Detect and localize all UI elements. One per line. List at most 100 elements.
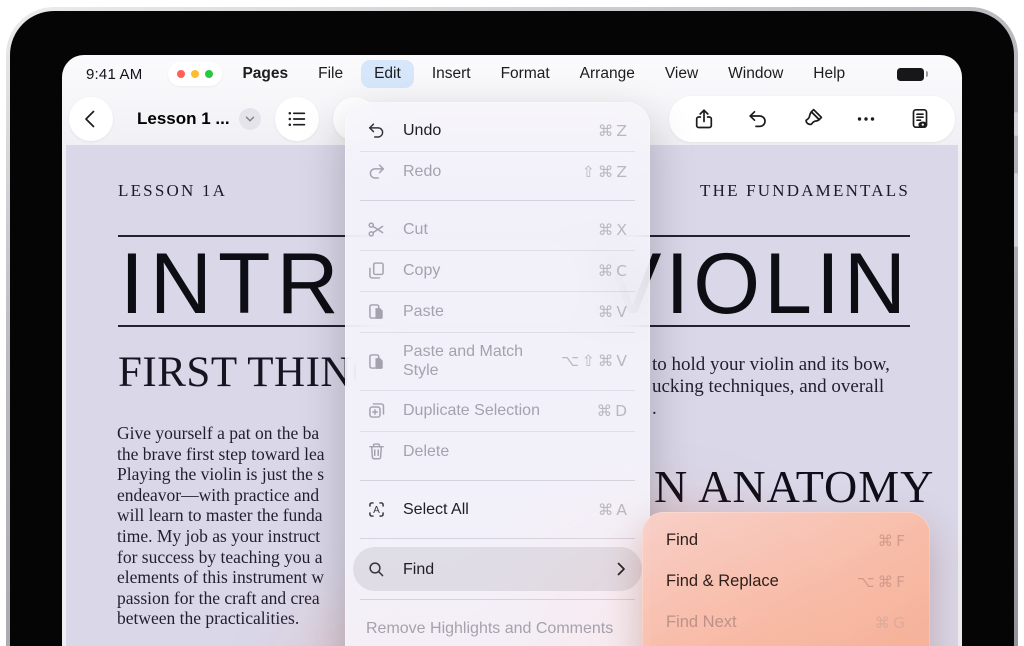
ipad-device-frame: LESSON 1A THE FUNDAMENTALS INTR VIOLIN F…	[6, 7, 1018, 646]
menu-item-redo[interactable]: Redo ⇧⌘Z	[345, 151, 650, 192]
menu-item-label: Copy	[403, 261, 440, 280]
more-button[interactable]	[839, 97, 893, 141]
doc-eyebrow-right: THE FUNDAMENTALS	[700, 181, 910, 201]
edit-menu-popover: Undo ⌘Z Redo ⇧⌘Z Cut ⌘X	[345, 102, 650, 646]
paste-match-style-icon	[366, 351, 391, 372]
doc-body-line: time. My job as your instruct	[117, 526, 383, 547]
menu-item-find[interactable]: Find	[353, 547, 642, 591]
menu-item-shortcut: ⌘Z	[598, 122, 630, 140]
redo-icon	[366, 161, 391, 182]
menu-group-separator	[345, 530, 650, 547]
menu-item-shortcut: ⌥⌘F	[857, 573, 908, 591]
volume-button	[1014, 112, 1018, 136]
menu-item-shortcut: ⌘F	[878, 532, 908, 550]
title-menu-button[interactable]	[239, 108, 261, 130]
find-submenu-popover: Find ⌘F Find & Replace ⌥⌘F Find Next ⌘G	[642, 512, 930, 646]
menu-item-shortcut: ⌘X	[598, 221, 630, 239]
paintbrush-icon	[800, 107, 824, 131]
share-button[interactable]	[677, 97, 731, 141]
submenu-item-find-and-replace[interactable]: Find & Replace ⌥⌘F	[642, 561, 930, 602]
menu-item-label: Select All	[403, 500, 469, 519]
menubar-item-pages[interactable]: Pages	[242, 65, 288, 83]
more-ellipsis-icon	[854, 107, 878, 131]
menu-item-cut[interactable]: Cut ⌘X	[345, 209, 650, 250]
doc-body-line: Playing the violin is just the s	[117, 464, 383, 485]
reader-view-button[interactable]	[893, 97, 947, 141]
menubar-item-view[interactable]: View	[665, 65, 698, 83]
copy-icon	[366, 260, 391, 281]
menu-item-select-all[interactable]: A Select All ⌘A	[345, 489, 650, 530]
list-icon	[285, 107, 309, 131]
menu-item-label: Paste	[403, 302, 444, 321]
menubar-item-insert[interactable]: Insert	[432, 65, 471, 83]
menu-item-label: Find Next	[666, 613, 737, 632]
undo-icon	[746, 107, 770, 131]
menu-item-shortcut: ⌥⇧⌘V	[561, 352, 630, 370]
doc-title-fragment-left: INTR	[120, 241, 345, 327]
ipad-bezel: LESSON 1A THE FUNDAMENTALS INTR VIOLIN F…	[10, 11, 1014, 646]
doc-body-line: for success by teaching you a	[117, 547, 383, 568]
menubar-item-file[interactable]: File	[318, 65, 343, 83]
menubar-item-arrange[interactable]: Arrange	[580, 65, 635, 83]
reader-view-icon	[908, 107, 932, 131]
menu-item-undo[interactable]: Undo ⌘Z	[345, 110, 650, 151]
menu-item-shortcut: ⇧⌘Z	[582, 163, 630, 181]
menu-item-label: Cut	[403, 220, 428, 239]
menubar-item-edit[interactable]: Edit	[361, 60, 414, 88]
menubar-item-window[interactable]: Window	[728, 65, 783, 83]
doc-body-line: .	[652, 398, 952, 420]
back-chevron-icon	[79, 107, 103, 131]
menu-group-separator	[345, 591, 650, 608]
menu-group-separator	[345, 472, 650, 489]
menu-item-remove-highlights-and-comments[interactable]: Remove Highlights and Comments	[345, 608, 650, 646]
doc-subtitle-fragment: FIRST THING	[118, 348, 356, 397]
submenu-chevron-right-icon	[613, 561, 629, 577]
menu-item-label: Find & Replace	[666, 572, 779, 591]
menubar-item-help[interactable]: Help	[813, 65, 845, 83]
menu-item-label: Find	[403, 560, 434, 579]
battery-icon	[897, 68, 924, 81]
share-icon	[692, 107, 716, 131]
doc-body-line: Give yourself a pat on the ba	[117, 423, 383, 444]
menu-item-shortcut: ⌘V	[598, 303, 630, 321]
trash-icon	[366, 441, 391, 462]
submenu-item-find[interactable]: Find ⌘F	[642, 520, 930, 561]
select-all-icon: A	[366, 499, 391, 520]
close-dot[interactable]	[177, 70, 185, 78]
document-title[interactable]: Lesson 1 ...	[137, 109, 230, 129]
submenu-item-find-next[interactable]: Find Next ⌘G	[642, 602, 930, 643]
menu-item-delete[interactable]: Delete	[345, 431, 650, 472]
paste-icon	[366, 301, 391, 322]
table-of-contents-button[interactable]	[275, 97, 319, 141]
back-button[interactable]	[69, 97, 113, 141]
magnifier-icon	[366, 559, 391, 580]
undo-button[interactable]	[731, 97, 785, 141]
scissors-icon	[366, 219, 391, 240]
menu-item-shortcut: ⌘A	[598, 501, 630, 519]
volume-button	[1014, 173, 1018, 247]
menu-item-copy[interactable]: Copy ⌘C	[345, 250, 650, 291]
chevron-down-icon	[243, 112, 257, 126]
menu-item-label: Remove Highlights and Comments	[366, 619, 613, 638]
undo-icon	[366, 120, 391, 141]
doc-right-column: to hold your violin and its bow, ucking …	[652, 354, 952, 420]
menubar-item-format[interactable]: Format	[501, 65, 550, 83]
menu-item-paste-and-match-style[interactable]: Paste and Match Style ⌥⇧⌘V	[345, 332, 650, 390]
clock: 9:41 AM	[86, 66, 142, 83]
menu-item-label: Undo	[403, 121, 441, 140]
zoom-dot[interactable]	[205, 70, 213, 78]
menu-bar: 9:41 AM Pages File Edit Insert Format Ar…	[62, 55, 962, 93]
doc-body-line: the brave first step toward lea	[117, 444, 383, 465]
svg-text:A: A	[373, 505, 380, 516]
format-brush-button[interactable]	[785, 97, 839, 141]
menu-item-duplicate-selection[interactable]: Duplicate Selection ⌘D	[345, 390, 650, 431]
duplicate-icon	[366, 400, 391, 421]
menu-item-label: Paste and Match Style	[403, 342, 561, 380]
minimize-dot[interactable]	[191, 70, 199, 78]
menu-item-paste[interactable]: Paste ⌘V	[345, 291, 650, 332]
window-controls	[168, 62, 222, 86]
menu-item-shortcut: ⌘D	[597, 402, 630, 420]
menu-item-label: Find	[666, 531, 698, 550]
menu-item-label: Duplicate Selection	[403, 401, 540, 420]
menu-item-shortcut: ⌘G	[874, 614, 908, 632]
